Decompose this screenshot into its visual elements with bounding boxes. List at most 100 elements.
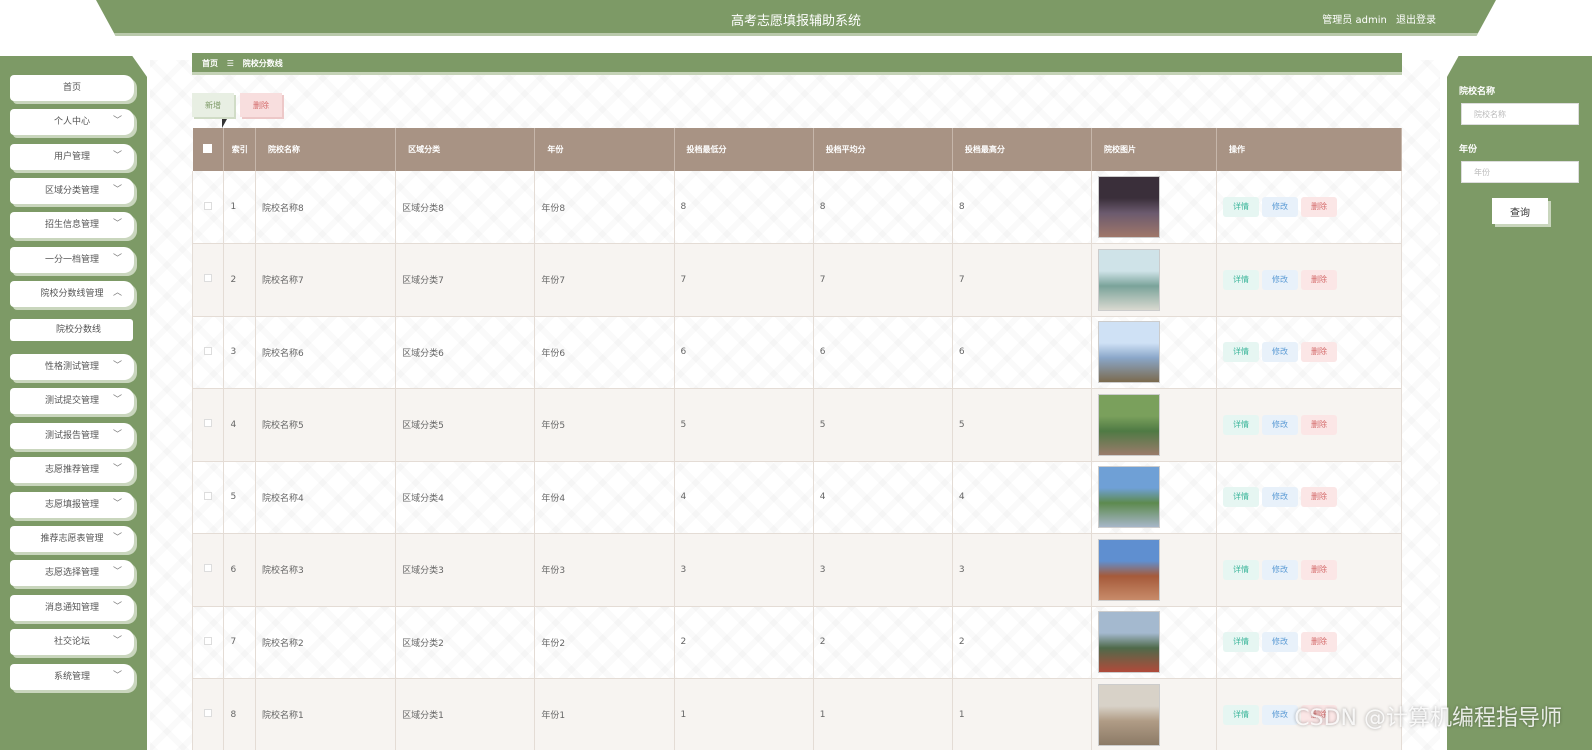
sidebar-item-1[interactable]: 个人中心 ﹀ xyxy=(10,109,134,135)
cell-school-name: 院校名称5 xyxy=(255,388,397,462)
delete-button[interactable]: 删除 xyxy=(240,93,282,117)
school-photo[interactable] xyxy=(1098,321,1161,384)
detail-button[interactable]: 详情 xyxy=(1222,342,1259,363)
sidebar-item-label: 区域分类管理 xyxy=(44,186,99,196)
cell-school-image xyxy=(1091,171,1217,244)
sidebar-item-7[interactable]: 性格测试管理 ﹀ xyxy=(10,354,134,380)
sidebar-item-6[interactable]: 院校分数线管理 ︿ xyxy=(10,281,134,307)
table-row: 7 院校名称2 区域分类2 年份2 2 2 2 详情 修改 删除 xyxy=(192,606,1402,679)
logout-link[interactable]: 退出登录 xyxy=(1396,15,1436,26)
chevron-down-icon: ﹀ xyxy=(112,671,122,681)
cell-year: 年份6 xyxy=(534,316,675,389)
row-checkbox-cell[interactable] xyxy=(192,461,225,534)
edit-button[interactable]: 修改 xyxy=(1261,342,1298,363)
sidebar-item-0[interactable]: 首页 xyxy=(10,75,134,101)
cell-max-score: 7 xyxy=(952,243,1093,317)
watermark: CSDN @计算机编程指导师 xyxy=(1294,706,1562,731)
chevron-down-icon: ﹀ xyxy=(112,395,122,405)
row-delete-button[interactable]: 删除 xyxy=(1300,632,1337,653)
row-checkbox-cell[interactable] xyxy=(192,388,225,462)
row-checkbox-cell[interactable] xyxy=(192,678,225,750)
sidebar-item-11[interactable]: 志愿填报管理 ﹀ xyxy=(10,492,134,518)
cell-index: 3 xyxy=(223,316,256,389)
school-photo[interactable] xyxy=(1098,611,1161,674)
cell-actions: 详情 修改 删除 xyxy=(1216,171,1402,244)
sidebar-item-12[interactable]: 推荐志愿表管理 ﹀ xyxy=(10,526,134,552)
sidebar-item-15[interactable]: 社交论坛 ﹀ xyxy=(10,629,134,655)
sidebar-item-5[interactable]: 一分一档管理 ﹀ xyxy=(10,247,134,273)
add-button[interactable]: 新增 xyxy=(192,93,234,117)
school-photo[interactable] xyxy=(1098,466,1161,529)
edit-button[interactable]: 修改 xyxy=(1261,559,1298,580)
row-checkbox[interactable] xyxy=(204,274,213,283)
sidebar-item-label: 个人中心 xyxy=(53,117,90,127)
detail-button[interactable]: 详情 xyxy=(1222,269,1259,290)
detail-button[interactable]: 详情 xyxy=(1222,487,1259,508)
sidebar-item-13[interactable]: 志愿选择管理 ﹀ xyxy=(10,560,134,586)
edit-button[interactable]: 修改 xyxy=(1261,704,1298,725)
row-checkbox-cell[interactable] xyxy=(192,171,225,244)
row-checkbox[interactable] xyxy=(204,564,213,573)
sidebar-item-10[interactable]: 志愿推荐管理 ﹀ xyxy=(10,457,134,483)
col-header-year: 年份 xyxy=(534,128,675,171)
school-photo[interactable] xyxy=(1098,683,1161,746)
sidebar-item-8[interactable]: 测试提交管理 ﹀ xyxy=(10,388,134,414)
edit-button[interactable]: 修改 xyxy=(1261,414,1298,435)
sidebar-item-4[interactable]: 招生信息管理 ﹀ xyxy=(10,212,134,238)
detail-button[interactable]: 详情 xyxy=(1222,704,1259,725)
row-delete-button[interactable]: 删除 xyxy=(1300,197,1337,217)
cell-year: 年份4 xyxy=(534,461,675,534)
edit-button[interactable]: 修改 xyxy=(1261,197,1298,217)
cell-year: 年份7 xyxy=(534,243,675,317)
row-checkbox-cell[interactable] xyxy=(192,606,225,679)
query-button[interactable]: 查询 xyxy=(1492,198,1548,224)
row-checkbox-cell[interactable] xyxy=(192,533,225,607)
school-name-input[interactable] xyxy=(1461,103,1579,125)
breadcrumb-home[interactable]: 首页 xyxy=(202,59,218,68)
cell-school-image xyxy=(1091,461,1217,534)
select-all-checkbox[interactable] xyxy=(203,144,213,153)
row-delete-button[interactable]: 删除 xyxy=(1300,487,1337,508)
sidebar-item-label: 消息通知管理 xyxy=(44,603,99,613)
row-checkbox[interactable] xyxy=(204,491,213,500)
cell-year: 年份2 xyxy=(534,606,675,679)
sidebar-item-2[interactable]: 用户管理 ﹀ xyxy=(10,144,134,170)
school-photo[interactable] xyxy=(1098,176,1161,238)
col-header-avg: 投档平均分 xyxy=(813,128,953,171)
detail-button[interactable]: 详情 xyxy=(1222,197,1259,217)
row-checkbox[interactable] xyxy=(204,201,213,210)
row-delete-button[interactable]: 删除 xyxy=(1300,559,1337,580)
sidebar-item-label: 性格测试管理 xyxy=(44,362,99,372)
edit-button[interactable]: 修改 xyxy=(1261,487,1298,508)
sidebar-item-16[interactable]: 系统管理 ﹀ xyxy=(10,664,134,690)
school-photo[interactable] xyxy=(1098,248,1161,311)
sidebar-subitem-school-scores[interactable]: 院校分数线 xyxy=(10,319,133,341)
select-all-checkbox-cell[interactable] xyxy=(192,128,225,171)
table-row: 5 院校名称4 区域分类4 年份4 4 4 4 详情 修改 删除 xyxy=(192,461,1402,534)
edit-button[interactable]: 修改 xyxy=(1261,632,1298,653)
detail-button[interactable]: 详情 xyxy=(1222,632,1259,653)
detail-button[interactable]: 详情 xyxy=(1222,559,1259,580)
row-checkbox[interactable] xyxy=(204,709,213,718)
school-photo[interactable] xyxy=(1098,538,1161,601)
row-checkbox-cell[interactable] xyxy=(192,316,225,389)
row-delete-button[interactable]: 删除 xyxy=(1300,342,1337,363)
cell-min-score: 7 xyxy=(674,243,814,317)
row-delete-button[interactable]: 删除 xyxy=(1300,269,1337,290)
sidebar-item-14[interactable]: 消息通知管理 ﹀ xyxy=(10,595,134,621)
detail-button[interactable]: 详情 xyxy=(1222,414,1259,435)
row-delete-button[interactable]: 删除 xyxy=(1300,414,1337,435)
app-title: 高考志愿填报辅助系统 xyxy=(730,14,861,29)
cell-school-name: 院校名称4 xyxy=(255,461,397,534)
sidebar-item-9[interactable]: 测试报告管理 ﹀ xyxy=(10,423,134,449)
row-checkbox[interactable] xyxy=(204,419,213,428)
sidebar-item-3[interactable]: 区域分类管理 ﹀ xyxy=(10,178,134,204)
row-checkbox[interactable] xyxy=(204,346,213,355)
cell-actions: 详情 修改 删除 xyxy=(1216,243,1402,317)
school-photo[interactable] xyxy=(1098,393,1161,456)
cell-min-score: 2 xyxy=(674,606,814,679)
row-checkbox[interactable] xyxy=(204,636,213,645)
edit-button[interactable]: 修改 xyxy=(1261,269,1298,290)
year-input[interactable] xyxy=(1461,161,1579,183)
row-checkbox-cell[interactable] xyxy=(192,243,225,317)
